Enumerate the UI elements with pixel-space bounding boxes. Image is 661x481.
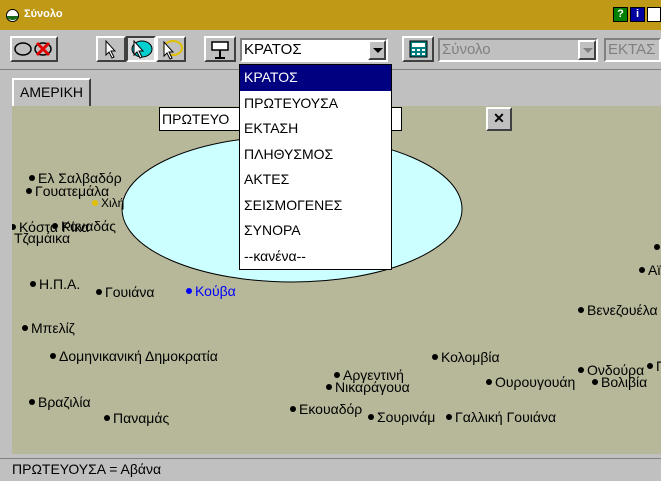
field-select-value: ΚΡΑΤΟΣ [244,41,302,58]
field-tool[interactable] [204,36,236,62]
map-point[interactable]: Τζαμάικα [14,230,70,246]
map-point[interactable]: Γουιάνα [96,284,154,300]
map-point[interactable]: Δομηνικανική Δημοκρατία [50,348,218,364]
map-point[interactable]: Χιλή [92,195,124,211]
map-point[interactable]: Αϊτή [639,262,661,278]
map-point[interactable]: Η.Π.Α. [30,276,80,292]
map-point[interactable]: Εκουαδόρ [290,401,362,417]
pointer-tool[interactable] [96,36,126,62]
arrow-cursor-icon [105,39,117,59]
map-point[interactable]: Παναμάς [104,410,169,426]
dropdown-item-ektasi[interactable]: ΕΚΤΑΣΗ [240,116,391,142]
select-cyan-tool[interactable] [126,36,156,62]
map-point[interactable]: Γαλλική Γουιάνα [446,409,556,425]
field-select[interactable]: ΚΡΑΤΟΣ [240,38,388,62]
dropdown-item-proteuousa[interactable]: ΠΡΩΤΕΥΟΥΣΑ [240,91,391,117]
set-select[interactable]: Σύνολο [438,38,598,62]
sign-icon [211,41,229,59]
map-point[interactable]: Ουρουγουάη [486,374,575,390]
chevron-down-icon[interactable] [368,40,386,60]
status-bar: ΠΡΩΤΕΥΟΥΣΑ = Αβάνα [0,458,661,481]
window-title: Σύνολο [24,8,63,20]
dropdown-item-kratos[interactable]: ΚΡΑΤΟΣ [240,65,391,91]
chevron-down-icon[interactable] [578,40,596,60]
yellow-selection-icon [163,40,183,60]
calculator-tool[interactable] [402,36,434,62]
map-point-selected[interactable]: Κούβα [186,283,236,299]
cyan-selection-icon [131,39,153,59]
dropdown-item-aktes[interactable]: ΑΚΤΕΣ [240,167,391,193]
set-select-value: Σύνολο [442,41,491,58]
attribute-select-value: ΕΚΤΑΣ [608,41,656,58]
window-control-button[interactable] [647,7,661,22]
draw-ellipse-icon[interactable] [14,42,32,56]
app-window: Σύνολο ? i ΚΡΑΤΟΣ Σύνολο ΕΚΤΑΣ ΑΜΕΡΙΚΗ Π… [0,0,661,481]
map-point[interactable]: Μπελίζ [22,320,75,336]
map-point[interactable]: Ονδούρα [578,362,644,378]
dropdown-item-plithysmos[interactable]: ΠΛΗΘΥΣΜΟΣ [240,142,391,168]
map-point[interactable]: Κολομβία [432,349,500,365]
attribute-select[interactable]: ΕΚΤΑΣ [604,38,661,62]
select-yellow-tool[interactable] [156,36,186,62]
map-point[interactable]: Π [647,358,661,374]
close-icon: ✕ [493,110,505,126]
map-point[interactable]: Βραζιλία [29,394,91,410]
info-button[interactable]: i [630,7,645,22]
map-point[interactable]: Νικαράγουα [326,379,410,395]
dropdown-item-synora[interactable]: ΣΥΝΟΡΑ [240,218,391,244]
dropdown-item-seismogenes[interactable]: ΣΕΙΣΜΟΓΕΝΕΣ [240,193,391,219]
ellipse-tools-group [10,36,58,62]
dropdown-item-none[interactable]: --κανένα-- [240,244,391,270]
title-bar[interactable]: Σύνολο ? i [0,0,661,30]
tab-america[interactable]: ΑΜΕΡΙΚΗ [12,78,92,106]
close-query-button[interactable]: ✕ [486,107,512,131]
app-icon [6,9,19,22]
delete-ellipse-icon[interactable] [34,41,52,57]
map-point[interactable] [654,239,661,255]
map-point[interactable]: Σουρινάμ [368,409,435,425]
calculator-icon [409,40,428,58]
map-point[interactable]: Βενεζουέλα [578,302,658,318]
field-dropdown-list: ΚΡΑΤΟΣ ΠΡΩΤΕΥΟΥΣΑ ΕΚΤΑΣΗ ΠΛΗΘΥΣΜΟΣ ΑΚΤΕΣ… [239,64,392,270]
help-button[interactable]: ? [613,7,628,22]
